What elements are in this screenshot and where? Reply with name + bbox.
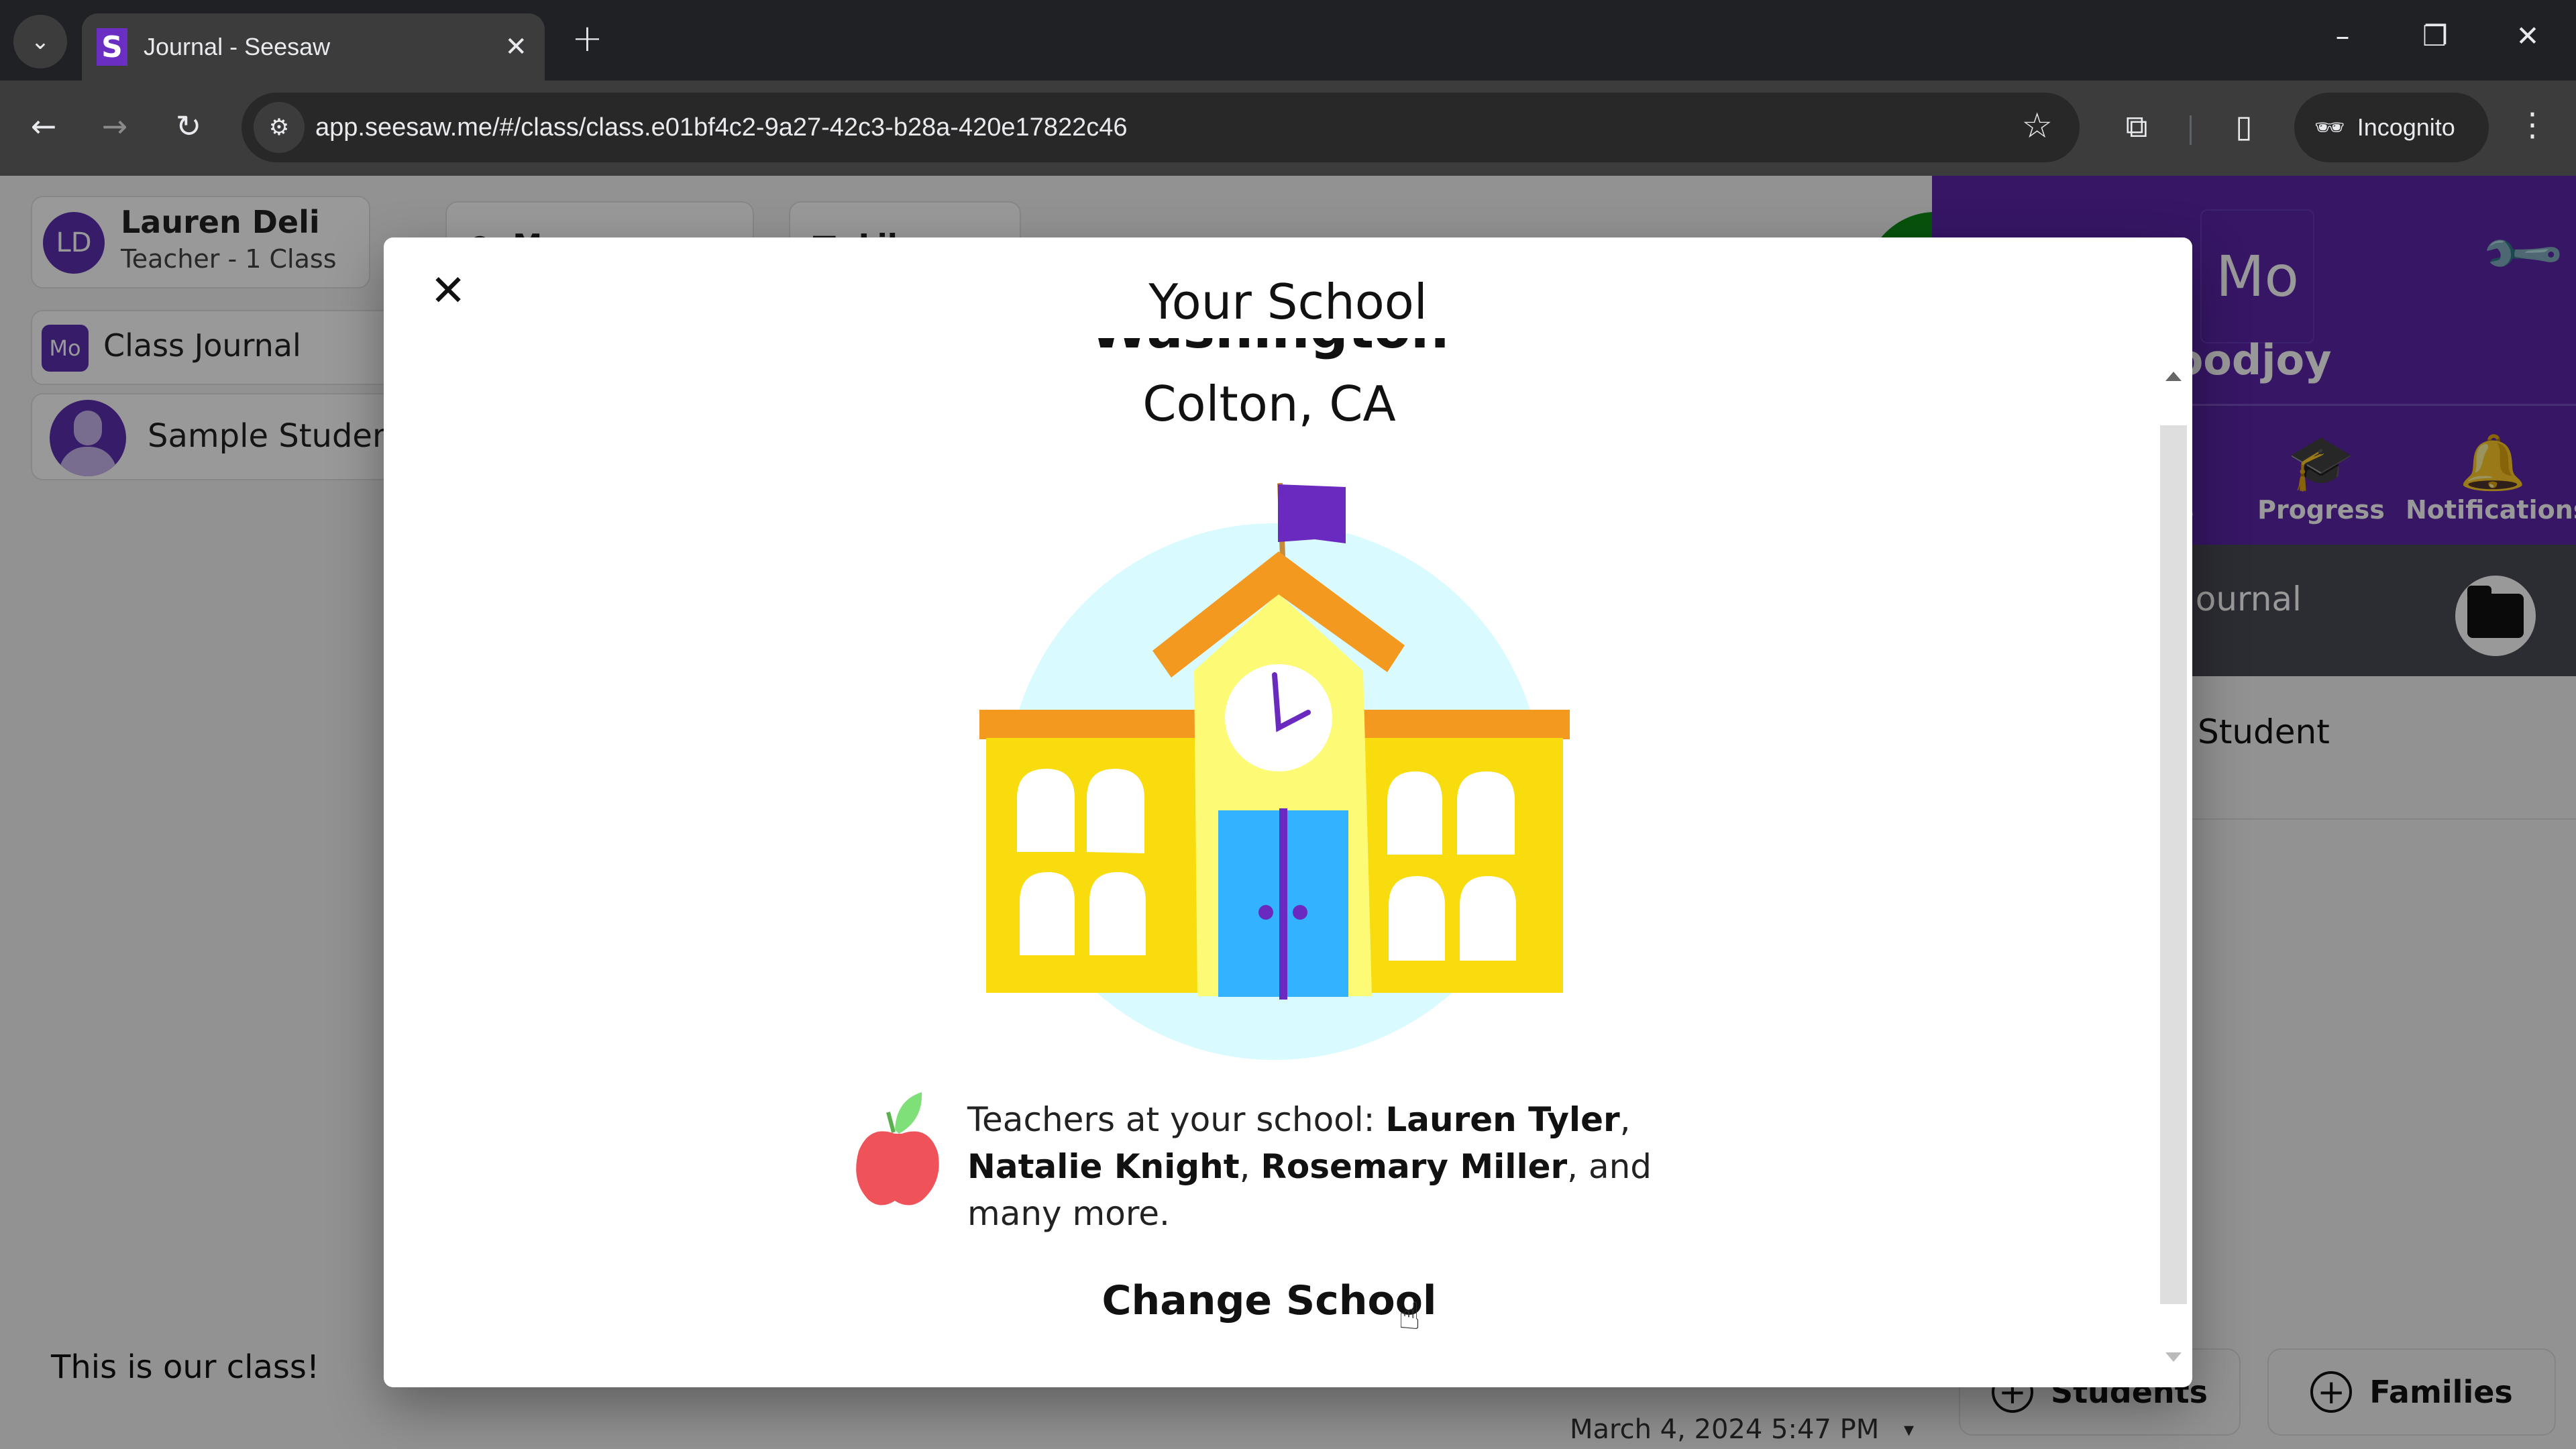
bookmark-star-icon[interactable]: ☆	[2021, 106, 2053, 146]
site-info-icon[interactable]: ⚙	[254, 102, 305, 153]
your-school-dialog: ✕ Your School Washington Colton, CA	[384, 237, 2192, 1387]
window	[1089, 872, 1146, 955]
minimize-window-icon[interactable]: –	[2316, 16, 2369, 56]
school-location: Colton, CA	[1142, 376, 1396, 432]
door-knob-right	[1293, 905, 1307, 920]
teacher-name: Natalie Knight	[967, 1147, 1240, 1186]
restore-window-icon[interactable]: ❐	[2408, 16, 2462, 56]
browser-tab-strip: ⌄ S Journal - Seesaw ✕ + – ❐ ✕	[0, 0, 2576, 80]
close-window-icon[interactable]: ✕	[2501, 16, 2555, 56]
address-bar[interactable]: ⚙ app.seesaw.me/#/class/class.e01bf4c2-9…	[241, 93, 2080, 162]
change-school-button[interactable]: Change School	[384, 1277, 2155, 1324]
school-building-illustration	[979, 482, 1570, 1060]
forward-icon[interactable]: →	[91, 106, 138, 146]
browser-toolbar: ← → ↻ ⚙ app.seesaw.me/#/class/class.e01b…	[0, 80, 2576, 176]
tab-close-icon[interactable]: ✕	[504, 28, 527, 66]
teacher-name: Rosemary Miller	[1260, 1147, 1568, 1186]
scrollbar-track[interactable]	[2160, 425, 2187, 1304]
incognito-label: Incognito	[2357, 113, 2455, 141]
seesaw-favicon-icon: S	[97, 28, 127, 66]
teachers-section: Teachers at your school: Lauren Tyler, N…	[848, 1087, 1720, 1233]
apple-leaf	[895, 1092, 922, 1134]
pointer-cursor-icon: ☝	[1398, 1295, 1421, 1338]
browser-menu-icon[interactable]: ⋮	[2509, 105, 2556, 145]
dialog-body: Washington Colton, CA	[384, 338, 2155, 1358]
tab-title: Journal - Seesaw	[144, 33, 331, 60]
tab-search-button[interactable]: ⌄	[13, 15, 67, 68]
right-wing-roof	[1362, 710, 1570, 739]
window	[1087, 769, 1144, 853]
new-tab-button[interactable]: +	[572, 19, 603, 59]
incognito-icon: 🕶	[2314, 113, 2345, 141]
window	[1460, 876, 1516, 961]
school-name: Washington	[384, 338, 2155, 372]
extensions-icon[interactable]: ⧉	[2113, 106, 2160, 146]
dialog-title: Your School	[1148, 274, 1428, 330]
incognito-badge[interactable]: 🕶 Incognito	[2294, 93, 2489, 162]
scroll-up-arrow-icon[interactable]	[2165, 372, 2182, 381]
teacher-name: Lauren Tyler	[1385, 1100, 1620, 1139]
teachers-prefix: Teachers at your school:	[967, 1100, 1386, 1139]
apple-stem	[886, 1112, 896, 1133]
window	[1457, 771, 1515, 855]
side-panel-icon[interactable]: ▯	[2220, 106, 2267, 146]
reload-icon[interactable]: ↻	[165, 106, 212, 146]
window	[1387, 771, 1442, 855]
window	[1017, 769, 1075, 852]
scrollbar-thumb[interactable]	[2160, 425, 2187, 1304]
chevron-down-icon: ⌄	[30, 28, 50, 55]
flag	[1278, 484, 1346, 543]
apple-icon	[856, 1092, 939, 1205]
left-wing-roof	[979, 710, 1201, 739]
scroll-down-arrow-icon[interactable]	[2165, 1352, 2182, 1362]
back-icon[interactable]: ←	[20, 106, 67, 146]
dialog-scrollbar[interactable]	[2160, 372, 2187, 1364]
teachers-list-text: Teachers at your school: Lauren Tyler, N…	[967, 1100, 1652, 1233]
window	[1389, 876, 1445, 961]
toolbar-divider	[2190, 115, 2192, 145]
browser-tab-active[interactable]: S Journal - Seesaw ✕	[82, 13, 545, 80]
window	[1020, 872, 1075, 955]
url-text[interactable]: app.seesaw.me/#/class/class.e01bf4c2-9a2…	[315, 107, 1128, 148]
apple-body	[856, 1131, 939, 1205]
door-knob-left	[1258, 905, 1273, 920]
